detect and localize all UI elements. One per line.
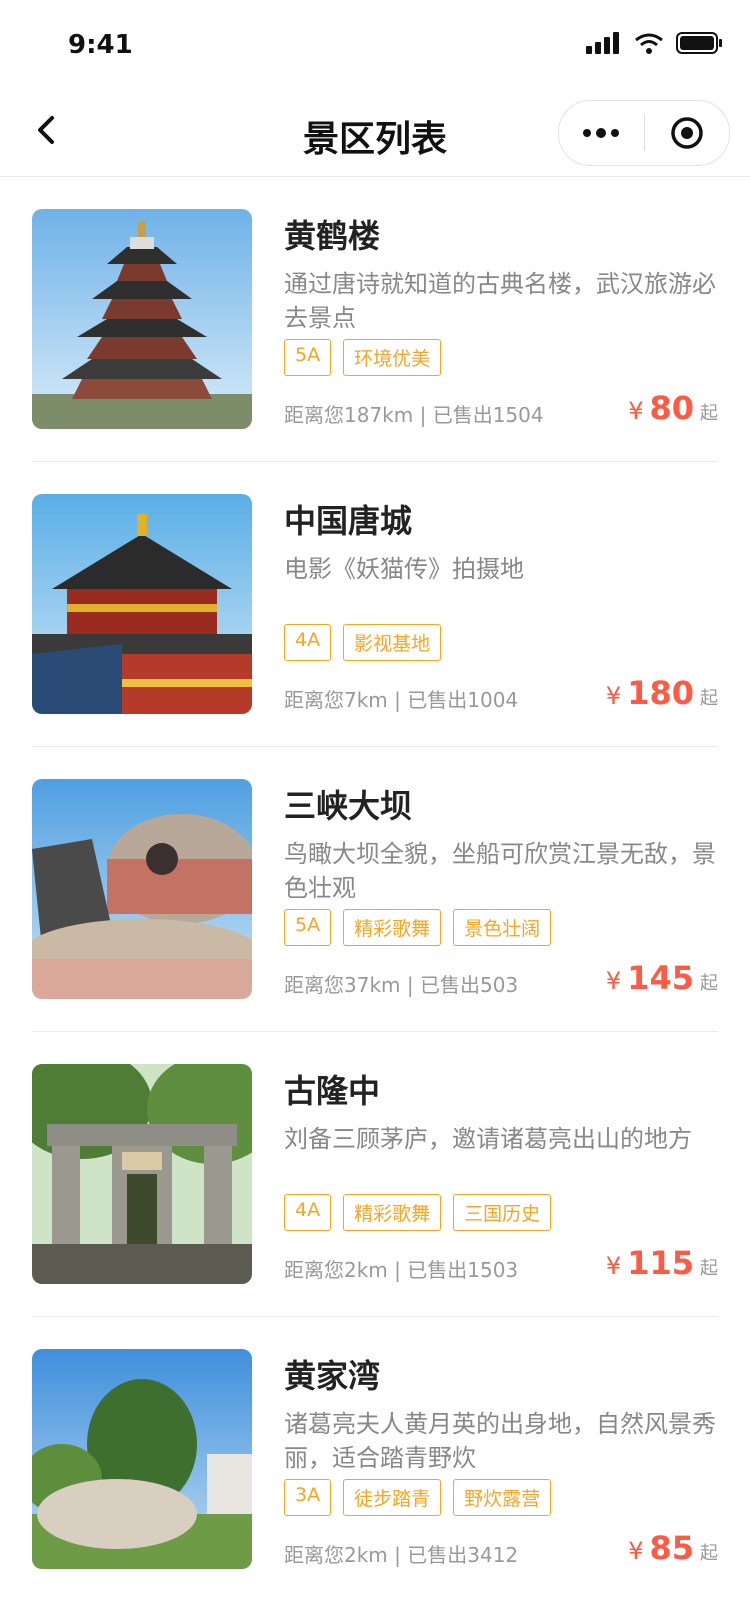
price-suffix: 起 bbox=[700, 973, 718, 994]
more-icon bbox=[583, 128, 620, 138]
spot-tag: 4A bbox=[284, 624, 332, 661]
price-value: 115 bbox=[627, 1244, 694, 1282]
spot-price: ¥ 85 起 bbox=[628, 1529, 718, 1567]
price-value: 145 bbox=[627, 959, 694, 997]
price-suffix: 起 bbox=[700, 1543, 718, 1564]
currency-symbol: ¥ bbox=[605, 967, 622, 995]
spot-tag: 环境优美 bbox=[343, 339, 442, 376]
status-icons bbox=[586, 32, 722, 54]
spot-tag: 景色壮阔 bbox=[453, 909, 552, 946]
spot-tag: 5A bbox=[284, 909, 332, 946]
currency-symbol: ¥ bbox=[628, 1537, 644, 1565]
currency-symbol: ¥ bbox=[605, 1252, 622, 1280]
list-item[interactable]: 三峡大坝 鸟瞰大坝全貌，坐船可欣赏江景无敌，景色壮观 5A 精彩歌舞 景色壮阔 … bbox=[32, 747, 718, 1032]
spot-description: 鸟瞰大坝全貌，坐船可欣赏江景无敌，景色壮观 bbox=[284, 840, 716, 902]
spot-meta: 距离您2km | 已售出3412 bbox=[284, 1543, 519, 1567]
currency-symbol: ¥ bbox=[628, 397, 644, 425]
spot-tag: 精彩歌舞 bbox=[343, 909, 442, 946]
spot-image bbox=[32, 1349, 252, 1569]
close-button[interactable] bbox=[645, 101, 730, 165]
price-suffix: 起 bbox=[700, 1258, 718, 1279]
list-item[interactable]: 黄鹤楼 通过唐诗就知道的古典名楼，武汉旅游必去景点 5A 环境优美 距离您187… bbox=[32, 177, 718, 462]
spot-description: 诸葛亮夫人黄月英的出身地，自然风景秀丽，适合踏青野炊 bbox=[284, 1410, 716, 1472]
spot-name: 古隆中 bbox=[284, 1072, 381, 1110]
spot-name: 三峡大坝 bbox=[284, 787, 413, 825]
spot-meta: 距离您2km | 已售出1503 bbox=[284, 1258, 519, 1282]
battery-icon bbox=[676, 32, 722, 54]
spot-meta: 距离您37km | 已售出503 bbox=[284, 973, 519, 997]
list-item[interactable]: 黄家湾 诸葛亮夫人黄月英的出身地，自然风景秀丽，适合踏青野炊 3A 徒步踏青 野… bbox=[32, 1317, 718, 1601]
mini-program-capsule bbox=[558, 100, 730, 166]
spot-description: 通过唐诗就知道的古典名楼，武汉旅游必去景点 bbox=[284, 270, 716, 332]
spot-price: ¥ 80 起 bbox=[628, 389, 718, 427]
spot-tag: 精彩歌舞 bbox=[343, 1194, 442, 1231]
currency-symbol: ¥ bbox=[605, 682, 622, 710]
spot-price: ¥ 115 起 bbox=[606, 1244, 718, 1282]
spot-description: 刘备三顾茅庐，邀请诸葛亮出山的地方 bbox=[284, 1125, 692, 1153]
price-value: 180 bbox=[627, 674, 694, 712]
wifi-icon bbox=[635, 33, 663, 54]
spot-price: ¥ 145 起 bbox=[606, 959, 718, 997]
spot-description: 电影《妖猫传》拍摄地 bbox=[284, 555, 524, 583]
spot-meta: 距离您7km | 已售出1004 bbox=[284, 688, 519, 712]
status-bar: 9:41 bbox=[0, 0, 750, 90]
spot-price: ¥ 180 起 bbox=[606, 674, 718, 712]
list-item[interactable]: 古隆中 刘备三顾茅庐，邀请诸葛亮出山的地方 4A 精彩歌舞 三国历史 距离您2k… bbox=[32, 1032, 718, 1317]
spot-tag: 野炊露营 bbox=[453, 1479, 552, 1516]
spot-image bbox=[32, 1064, 252, 1284]
price-suffix: 起 bbox=[700, 688, 718, 709]
price-value: 85 bbox=[649, 1529, 694, 1567]
target-icon bbox=[671, 117, 703, 149]
spot-tag: 5A bbox=[284, 339, 332, 376]
price-value: 80 bbox=[649, 389, 694, 427]
navigation-bar: 景区列表 bbox=[0, 90, 750, 177]
spot-tags: 3A 徒步踏青 野炊露营 bbox=[284, 1479, 552, 1516]
spot-tag: 徒步踏青 bbox=[343, 1479, 442, 1516]
more-button[interactable] bbox=[559, 101, 644, 165]
spot-tag: 影视基地 bbox=[343, 624, 442, 661]
spot-tags: 4A 影视基地 bbox=[284, 624, 442, 661]
spot-tag: 3A bbox=[284, 1479, 332, 1516]
spot-image bbox=[32, 779, 252, 999]
list-item[interactable]: 中国唐城 电影《妖猫传》拍摄地 4A 影视基地 距离您7km | 已售出1004… bbox=[32, 462, 718, 747]
spot-name: 黄家湾 bbox=[284, 1357, 381, 1395]
price-suffix: 起 bbox=[700, 403, 718, 424]
spot-image bbox=[32, 494, 252, 714]
spot-name: 黄鹤楼 bbox=[284, 217, 381, 255]
spot-name: 中国唐城 bbox=[284, 502, 413, 540]
spot-tag: 4A bbox=[284, 1194, 332, 1231]
signal-icon bbox=[586, 32, 619, 54]
spot-tag: 三国历史 bbox=[453, 1194, 552, 1231]
spot-tags: 5A 环境优美 bbox=[284, 339, 442, 376]
spot-image bbox=[32, 209, 252, 429]
spot-meta: 距离您187km | 已售出1504 bbox=[284, 403, 544, 427]
spot-tags: 5A 精彩歌舞 景色壮阔 bbox=[284, 909, 552, 946]
scenic-spot-list: 黄鹤楼 通过唐诗就知道的古典名楼，武汉旅游必去景点 5A 环境优美 距离您187… bbox=[0, 177, 750, 1601]
status-time: 9:41 bbox=[68, 30, 133, 60]
spot-tags: 4A 精彩歌舞 三国历史 bbox=[284, 1194, 552, 1231]
